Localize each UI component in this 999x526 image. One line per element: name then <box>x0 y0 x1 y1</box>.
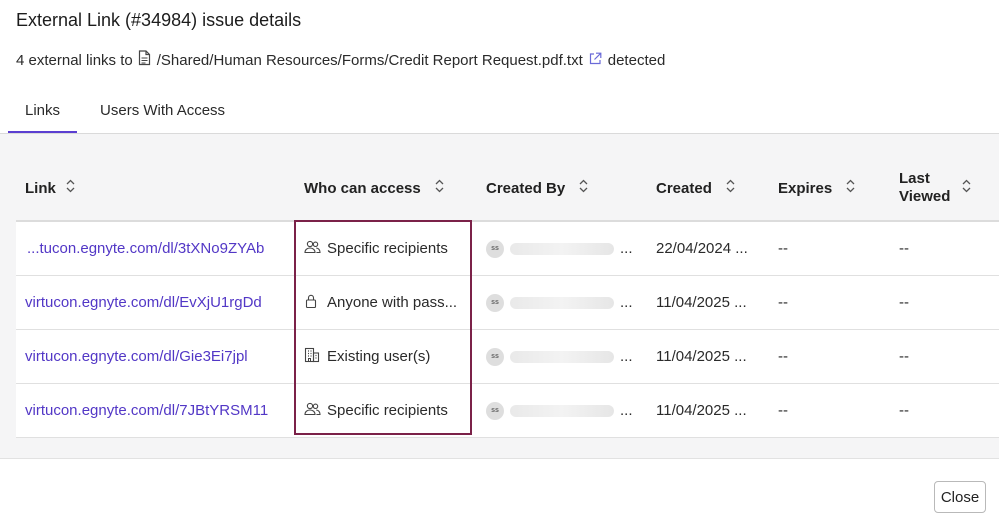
tab-links[interactable]: Links <box>8 98 78 134</box>
expires-cell: -- <box>778 294 788 311</box>
redacted-name <box>510 242 614 255</box>
header-link-label: Link <box>25 179 56 197</box>
expires-cell: -- <box>778 402 788 419</box>
tab-bar: Links Users With Access <box>8 98 241 134</box>
subtitle-suffix: detected <box>607 51 666 69</box>
sort-icon[interactable] <box>435 179 444 197</box>
header-last-viewed-line2: Viewed <box>899 188 951 205</box>
redacted-name <box>510 404 614 417</box>
table-row: virtucon.egnyte.com/dl/7JBtYRSM11 Specif… <box>16 384 999 438</box>
avatar: ss <box>486 347 504 366</box>
created-by-ellipsis: ... <box>620 402 633 419</box>
access-cell: Specific recipients <box>304 384 448 437</box>
close-button[interactable]: Close <box>934 481 986 513</box>
dialog-title: External Link (#34984) issue details <box>16 10 302 30</box>
expires-cell: -- <box>778 240 788 257</box>
people-icon <box>304 402 321 420</box>
sort-icon[interactable] <box>846 179 855 197</box>
access-label: Existing user(s) <box>327 348 431 365</box>
file-icon <box>138 50 151 70</box>
header-created-label: Created <box>656 179 712 197</box>
sort-icon[interactable] <box>66 179 75 197</box>
sort-icon[interactable] <box>579 179 588 197</box>
header-created-by[interactable]: Created By <box>486 156 588 220</box>
header-created[interactable]: Created <box>656 156 735 220</box>
created-by-ellipsis: ... <box>620 240 633 257</box>
table-row: virtucon.egnyte.com/dl/Gie3Ei7jpl Existi… <box>16 330 999 384</box>
created-cell: 11/04/2025 ... <box>656 402 747 419</box>
link-cell[interactable]: virtucon.egnyte.com/dl/7JBtYRSM11 <box>25 384 268 437</box>
lock-icon <box>304 293 320 313</box>
header-expires-label: Expires <box>778 179 833 197</box>
last-viewed-cell: -- <box>899 402 909 419</box>
table-row: virtucon.egnyte.com/dl/EvXjU1rgDd Anyone… <box>16 276 999 330</box>
header-created-by-label: Created By <box>486 179 566 197</box>
last-viewed-cell: -- <box>899 348 909 365</box>
header-last-viewed-line1: Last <box>899 170 930 187</box>
created-cell: 11/04/2025 ... <box>656 348 747 365</box>
issue-subtitle: 4 external links to /Shared/Human Resour… <box>16 50 665 70</box>
created-by-ellipsis: ... <box>620 294 633 311</box>
link-cell[interactable]: virtucon.egnyte.com/dl/EvXjU1rgDd <box>25 276 262 329</box>
expires-cell: -- <box>778 348 788 365</box>
header-access-label: Who can access <box>304 179 421 197</box>
table-header: Link Who can access Created By Created E… <box>16 156 999 222</box>
link-cell[interactable]: virtucon.egnyte.com/dl/Gie3Ei7jpl <box>25 330 248 383</box>
created-cell: 22/04/2024 ... <box>656 240 748 257</box>
access-label: Specific recipients <box>327 402 448 419</box>
footer-divider <box>0 458 999 459</box>
sort-icon[interactable] <box>726 179 735 197</box>
avatar: ss <box>486 239 504 258</box>
links-table: Link Who can access Created By Created E… <box>16 156 999 438</box>
table-row: ...tucon.egnyte.com/dl/3tXNo9ZYAb Specif… <box>16 222 999 276</box>
header-expires[interactable]: Expires <box>778 156 855 220</box>
access-label: Specific recipients <box>327 240 448 257</box>
redacted-name <box>510 350 614 363</box>
created-by-cell: ss ... <box>486 330 633 383</box>
redacted-name <box>510 296 614 309</box>
tab-users-with-access[interactable]: Users With Access <box>77 98 241 132</box>
header-link[interactable]: Link <box>25 156 75 220</box>
avatar: ss <box>486 401 504 420</box>
created-by-cell: ss ... <box>486 384 633 437</box>
last-viewed-cell: -- <box>899 294 909 311</box>
building-icon <box>304 347 320 367</box>
header-who-can-access[interactable]: Who can access <box>304 156 444 220</box>
header-last-viewed[interactable]: Last Viewed <box>899 156 971 220</box>
subtitle-prefix: 4 external links to <box>16 51 133 69</box>
external-link-icon[interactable] <box>589 52 602 69</box>
header-last-viewed-label: Last Viewed <box>899 170 950 206</box>
access-cell: Existing user(s) <box>304 330 430 383</box>
created-by-cell: ss ... <box>486 222 633 275</box>
access-cell: Specific recipients <box>304 222 448 275</box>
access-label: Anyone with pass... <box>327 294 458 311</box>
file-path: /Shared/Human Resources/Forms/Credit Rep… <box>156 51 583 69</box>
avatar: ss <box>486 293 504 312</box>
people-icon <box>304 240 321 258</box>
access-cell: Anyone with pass... <box>304 276 457 329</box>
last-viewed-cell: -- <box>899 240 909 257</box>
sort-icon[interactable] <box>962 179 971 198</box>
created-cell: 11/04/2025 ... <box>656 294 747 311</box>
link-cell[interactable]: ...tucon.egnyte.com/dl/3tXNo9ZYAb <box>27 222 264 275</box>
created-by-cell: ss ... <box>486 276 633 329</box>
created-by-ellipsis: ... <box>620 348 633 365</box>
